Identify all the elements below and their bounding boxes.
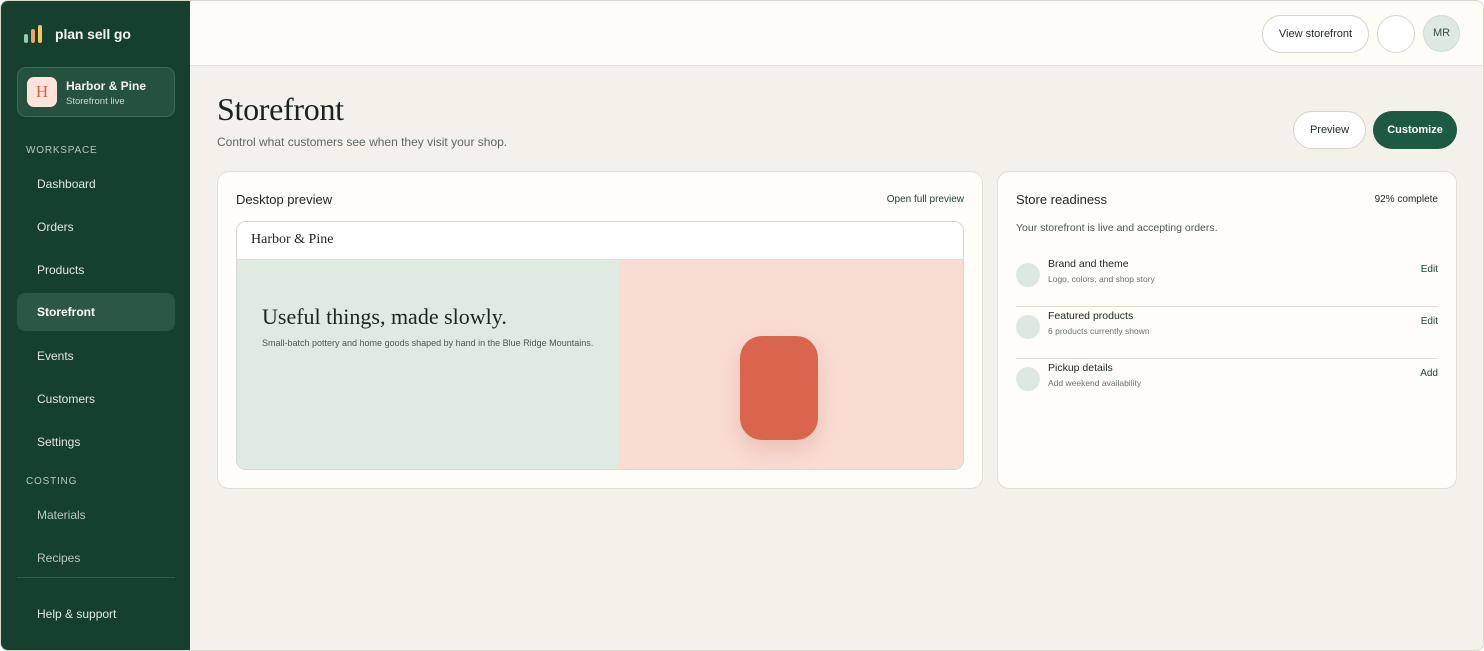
sidebar: plan sell go H Harbor & Pine Storefront … <box>1 1 190 650</box>
checklist-item-title: Brand and theme <box>1048 258 1129 270</box>
store-switcher[interactable]: H Harbor & Pine Storefront live <box>17 67 175 117</box>
storefront-preview-frame[interactable]: Harbor & Pine Useful things, made slowly… <box>236 221 964 470</box>
edit-featured-link[interactable]: Edit <box>1421 316 1438 327</box>
readiness-status-text: Your storefront is live and accepting or… <box>1016 222 1218 234</box>
preview-hero-text-panel <box>237 260 619 469</box>
preview-site-brand: Harbor & Pine <box>251 232 334 247</box>
preview-button[interactable]: Preview <box>1293 111 1366 149</box>
desktop-preview-title: Desktop preview <box>236 192 333 207</box>
user-avatar[interactable]: MR <box>1423 15 1460 52</box>
store-readiness-title: Store readiness <box>1016 192 1108 207</box>
sidebar-item-orders[interactable]: Orders <box>17 208 175 246</box>
checklist-item-brand: Brand and theme Logo, colors, and shop s… <box>1016 255 1438 307</box>
status-dot-icon <box>1016 315 1040 339</box>
topbar: View storefront MR <box>190 1 1483 66</box>
sidebar-item-storefront[interactable]: Storefront <box>17 293 175 331</box>
store-status: Storefront live <box>66 96 125 107</box>
checklist-item-subtitle: Add weekend availability <box>1048 378 1142 388</box>
edit-brand-link[interactable]: Edit <box>1421 264 1438 275</box>
store-readiness-card: Store readiness 92% complete Your storef… <box>997 171 1457 489</box>
desktop-preview-card: Desktop preview Open full preview Harbor… <box>217 171 983 489</box>
add-pickup-link[interactable]: Add <box>1420 368 1438 379</box>
checklist-item-featured: Featured products 6 products currently s… <box>1016 307 1438 359</box>
readiness-percent: 92% complete <box>1374 194 1438 205</box>
view-storefront-button[interactable]: View storefront <box>1262 15 1369 53</box>
sidebar-item-help[interactable]: Help & support <box>17 595 175 633</box>
sidebar-item-recipes[interactable]: Recipes <box>17 539 175 577</box>
store-avatar: H <box>27 77 57 107</box>
status-dot-icon <box>1016 263 1040 287</box>
notifications-button[interactable] <box>1377 15 1415 53</box>
section-label-costing: COSTING <box>26 476 78 487</box>
sidebar-item-products[interactable]: Products <box>17 251 175 289</box>
checklist-item-pickup: Pickup details Add weekend availability … <box>1016 359 1438 411</box>
sidebar-divider <box>17 577 175 578</box>
vase-illustration <box>740 336 818 440</box>
sidebar-item-events[interactable]: Events <box>17 337 175 375</box>
store-name: Harbor & Pine <box>66 79 147 93</box>
status-dot-icon <box>1016 367 1040 391</box>
app-logo[interactable]: plan sell go <box>24 24 131 44</box>
checklist-item-subtitle: 6 products currently shown <box>1048 326 1150 336</box>
app-window: plan sell go H Harbor & Pine Storefront … <box>0 0 1484 651</box>
app-name: plan sell go <box>55 26 131 42</box>
preview-hero-heading: Useful things, made slowly. <box>262 304 507 329</box>
preview-hero-subtext: Small-batch pottery and home goods shape… <box>262 338 594 348</box>
sidebar-item-settings[interactable]: Settings <box>17 423 175 461</box>
page-subtitle: Control what customers see when they vis… <box>217 135 508 149</box>
sidebar-item-customers[interactable]: Customers <box>17 380 175 418</box>
checklist-item-title: Featured products <box>1048 310 1134 322</box>
logo-bars-icon <box>24 25 46 43</box>
preview-site-header: Harbor & Pine <box>237 222 963 260</box>
open-full-preview-link[interactable]: Open full preview <box>887 194 964 205</box>
page-title: Storefront <box>217 91 344 127</box>
sidebar-item-materials[interactable]: Materials <box>17 496 175 534</box>
sidebar-item-dashboard[interactable]: Dashboard <box>17 165 175 203</box>
customize-button[interactable]: Customize <box>1373 111 1457 149</box>
section-label-workspace: WORKSPACE <box>26 145 98 156</box>
checklist-item-subtitle: Logo, colors, and shop story <box>1048 274 1155 284</box>
checklist-item-title: Pickup details <box>1048 362 1113 374</box>
